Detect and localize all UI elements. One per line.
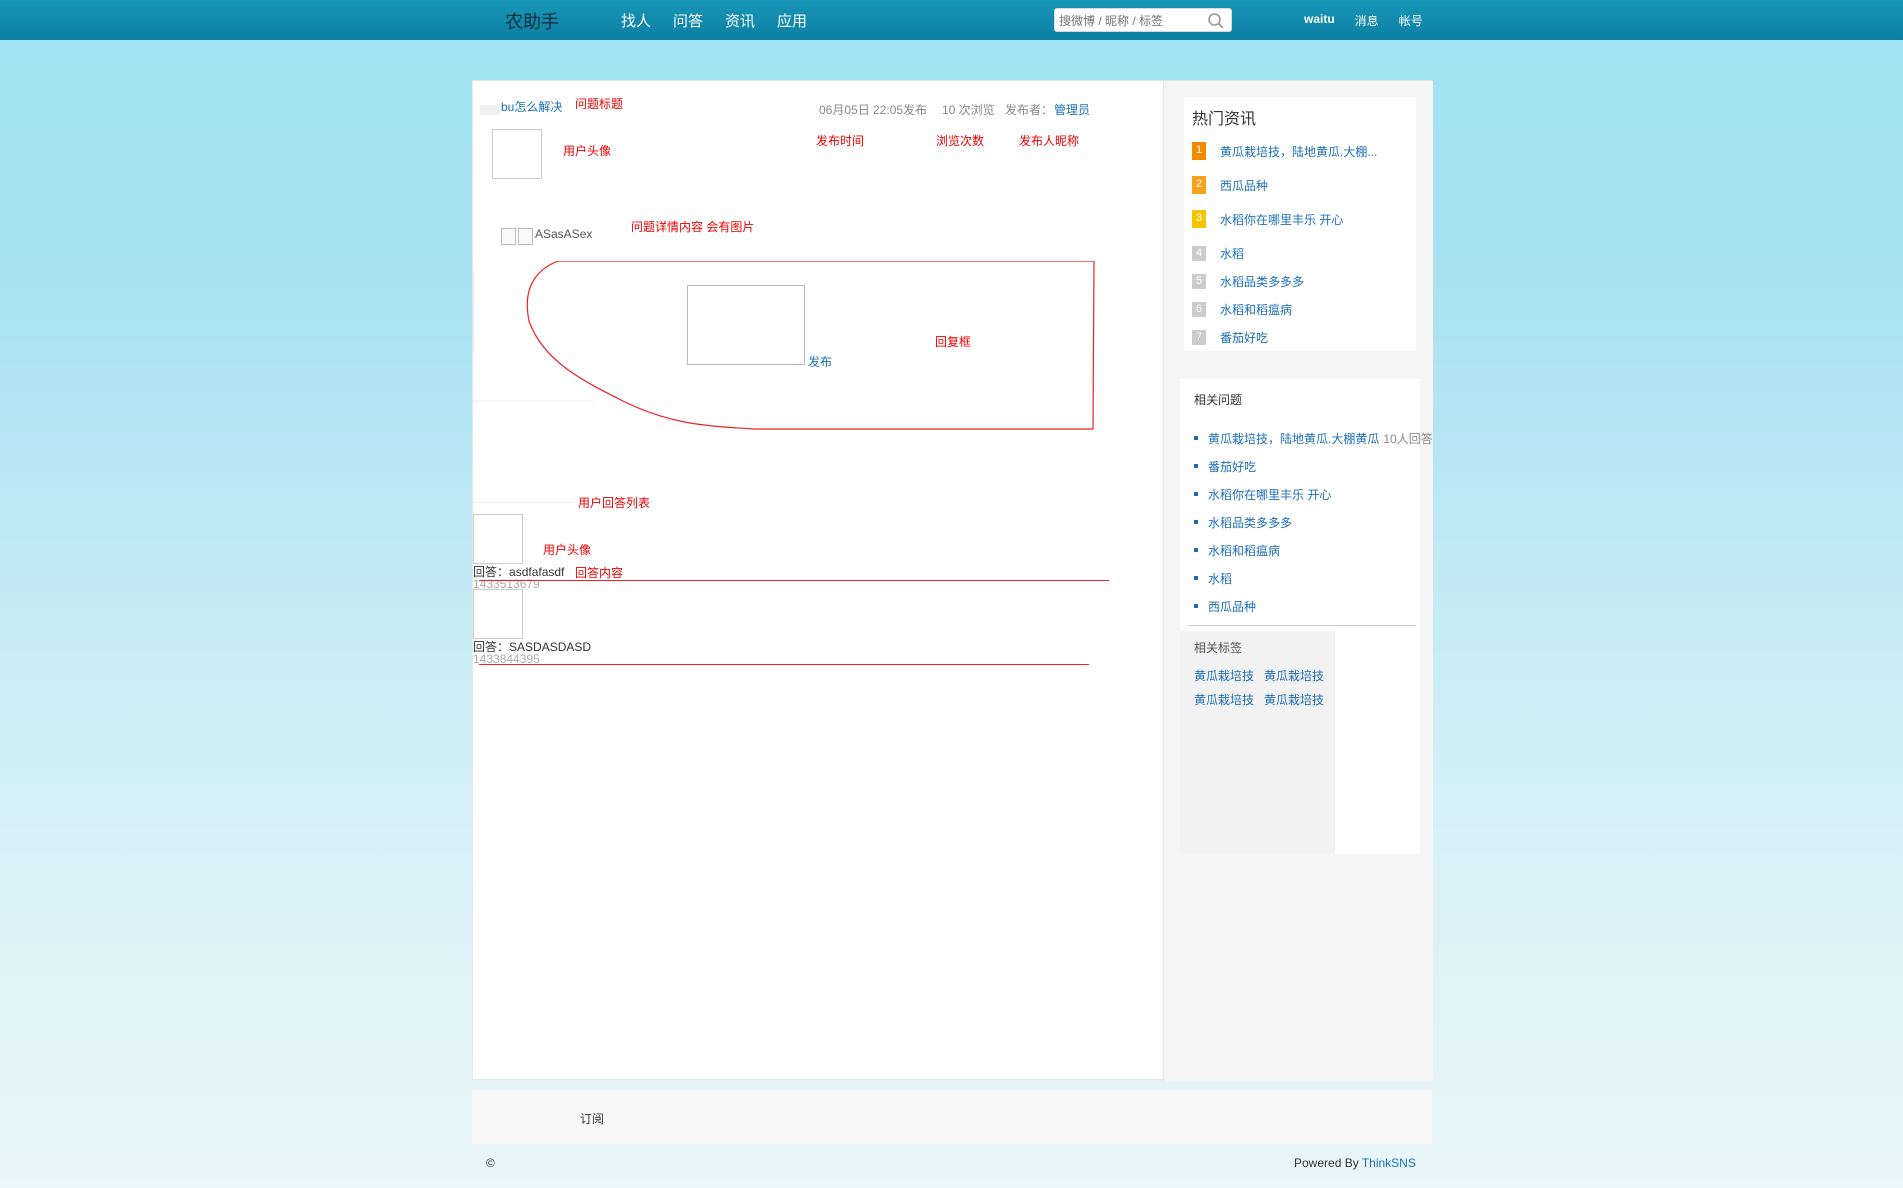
related-question-link[interactable]: 黄瓜栽培技，陆地黄瓜.大棚黄瓜 [1208,430,1379,447]
title-note: 问题标题 [575,97,624,111]
annotation-line [479,664,1089,665]
tag-link[interactable]: 黄瓜栽培技 [1194,691,1254,708]
related-tags-card: 相关标签 黄瓜栽培技 黄瓜栽培技 黄瓜栽培技 黄瓜栽培技 [1180,631,1335,854]
answers-list-note: 用户回答列表 [578,496,651,510]
hot-news-item[interactable]: 5 水稻品类多多多 [1192,269,1304,293]
publish-date: 06月05日 22:05发布 [819,103,928,117]
hot-news-item[interactable]: 7 番茄好吃 [1192,325,1268,349]
tag-link[interactable]: 黄瓜栽培技 [1264,667,1324,684]
question-title[interactable]: bu怎么解决 [501,98,562,115]
related-question-link[interactable]: 水稻和稻瘟病 [1208,542,1280,559]
publisher-link[interactable]: 管理员 [1054,101,1090,118]
avatar[interactable] [492,129,542,179]
list-item[interactable]: 黄瓜栽培技，陆地黄瓜.大棚黄瓜 10人回答 [1194,424,1433,452]
answer-avatar-note: 用户头像 [543,543,592,557]
hot-news-item[interactable]: 6 水稻和稻瘟病 [1192,297,1292,321]
publisher-label: 发布者： [1005,103,1054,117]
footer-bar: 订阅 [472,1090,1432,1144]
copyright: © [486,1156,495,1170]
nav-find-people[interactable]: 找人 [621,10,651,31]
powered-label: Powered By [1294,1156,1362,1170]
list-item[interactable]: 西瓜品种 [1194,592,1433,620]
hot-news-link[interactable]: 黄瓜栽培技，陆地黄瓜.大棚... [1220,143,1377,160]
section-divider [473,502,573,503]
hot-news-link[interactable]: 水稻你在哪里丰乐 开心 [1220,211,1343,228]
annotation-line [479,580,1109,581]
view-count: 10 次浏览 [942,103,995,117]
rank-badge: 1 [1192,142,1206,166]
hot-news-link[interactable]: 番茄好吃 [1220,329,1268,346]
avatar-note: 用户头像 [563,144,612,158]
hot-news-link[interactable]: 水稻和稻瘟病 [1220,301,1292,318]
related-question-link[interactable]: 水稻品类多多多 [1208,514,1292,531]
hot-news-item[interactable]: 4 水稻 [1192,241,1244,265]
main-panel: bu怎么解决 问题标题 06月05日 22:05发布 10 次浏览 发布者： 管… [472,80,1433,1081]
hot-news-link[interactable]: 水稻 [1220,245,1244,262]
answer-content-note: 回答内容 [575,566,624,580]
views-note: 浏览次数 [936,134,985,148]
account-link[interactable]: 帐号 [1399,12,1423,29]
reply-annotation-drawing [473,261,1095,430]
search-icon[interactable] [1207,12,1225,30]
rank-badge: 4 [1192,245,1206,261]
related-question-link[interactable]: 水稻你在哪里丰乐 开心 [1208,486,1331,503]
answer-avatar[interactable] [473,514,523,564]
search-input[interactable] [1059,12,1199,29]
date-note: 发布时间 [816,134,865,148]
related-question-link[interactable]: 西瓜品种 [1208,598,1256,615]
user-links: waitu 消息 帐号 [1304,12,1443,29]
list-item[interactable]: 水稻你在哪里丰乐 开心 [1194,480,1433,508]
thinksns-link[interactable]: ThinkSNS [1362,1156,1416,1170]
nav-qa[interactable]: 问答 [673,10,703,31]
top-navbar: 农助手 找人 问答 资讯 应用 waitu 消息 帐号 [0,0,1903,40]
question-content: bu怎么解决 问题标题 06月05日 22:05发布 10 次浏览 发布者： 管… [473,81,1163,1081]
publisher-note: 发布人昵称 [1019,134,1080,148]
hot-news-item[interactable]: 3 水稻你在哪里丰乐 开心 [1192,207,1343,234]
rank-badge: 3 [1192,210,1206,234]
section-divider [1188,625,1416,626]
sidebar: 热门资讯 1 黄瓜栽培技，陆地黄瓜.大棚... 2 西瓜品种 3 水稻你在哪里丰… [1163,81,1433,1081]
tag-link[interactable]: 黄瓜栽培技 [1264,691,1324,708]
rank-badge: 7 [1192,329,1206,345]
hot-news-link[interactable]: 西瓜品种 [1220,177,1268,194]
related-questions-card: 相关问题 黄瓜栽培技，陆地黄瓜.大棚黄瓜 10人回答 番茄好吃 水稻你在哪里丰乐 … [1180,379,1433,854]
answer-avatar[interactable] [473,589,523,639]
hot-news-link[interactable]: 水稻品类多多多 [1220,273,1304,290]
list-item[interactable]: 水稻品类多多多 [1194,508,1433,536]
list-item[interactable]: 水稻 [1194,564,1433,592]
broken-image-icon [518,228,533,245]
list-item[interactable]: 水稻和稻瘟病 [1194,536,1433,564]
related-questions-list: 黄瓜栽培技，陆地黄瓜.大棚黄瓜 10人回答 番茄好吃 水稻你在哪里丰乐 开心 水稻… [1194,424,1433,620]
related-question-link[interactable]: 番茄好吃 [1208,458,1256,475]
title-marker [480,105,500,115]
hot-news-title: 热门资讯 [1192,111,1257,128]
subscribe-link[interactable]: 订阅 [580,1110,604,1127]
nav-news[interactable]: 资讯 [725,10,755,31]
rank-badge: 2 [1192,176,1206,200]
rank-badge: 5 [1192,273,1206,289]
related-questions-title: 相关问题 [1194,393,1243,407]
reply-textarea[interactable] [687,285,805,365]
search-box [1054,8,1232,32]
nav-apps[interactable]: 应用 [777,10,807,31]
list-item[interactable]: 番茄好吃 [1194,452,1433,480]
related-tags-title: 相关标签 [1194,641,1243,655]
submit-reply-button[interactable]: 发布 [808,353,832,370]
tag-link[interactable]: 黄瓜栽培技 [1194,667,1254,684]
content-note: 问题详情内容 会有图片 [631,220,755,234]
site-logo[interactable]: 农助手 [505,8,559,34]
related-question-link[interactable]: 水稻 [1208,570,1232,587]
hot-news-item[interactable]: 1 黄瓜栽培技，陆地黄瓜.大棚... [1192,139,1377,166]
broken-image-icon [501,228,516,245]
answer-count: 10人回答 [1383,431,1433,446]
hot-news-item[interactable]: 2 西瓜品种 [1192,173,1268,200]
messages-link[interactable]: 消息 [1355,12,1379,29]
rank-badge: 6 [1192,301,1206,317]
user-name-link[interactable]: waitu [1304,12,1335,29]
main-nav: 找人 问答 资讯 应用 [621,10,829,31]
powered-by: Powered By ThinkSNS [1294,1156,1416,1170]
hot-news-card: 热门资讯 1 黄瓜栽培技，陆地黄瓜.大棚... 2 西瓜品种 3 水稻你在哪里丰… [1184,97,1416,351]
reply-note: 回复框 [935,335,972,349]
question-body: ASasASex [535,227,593,241]
